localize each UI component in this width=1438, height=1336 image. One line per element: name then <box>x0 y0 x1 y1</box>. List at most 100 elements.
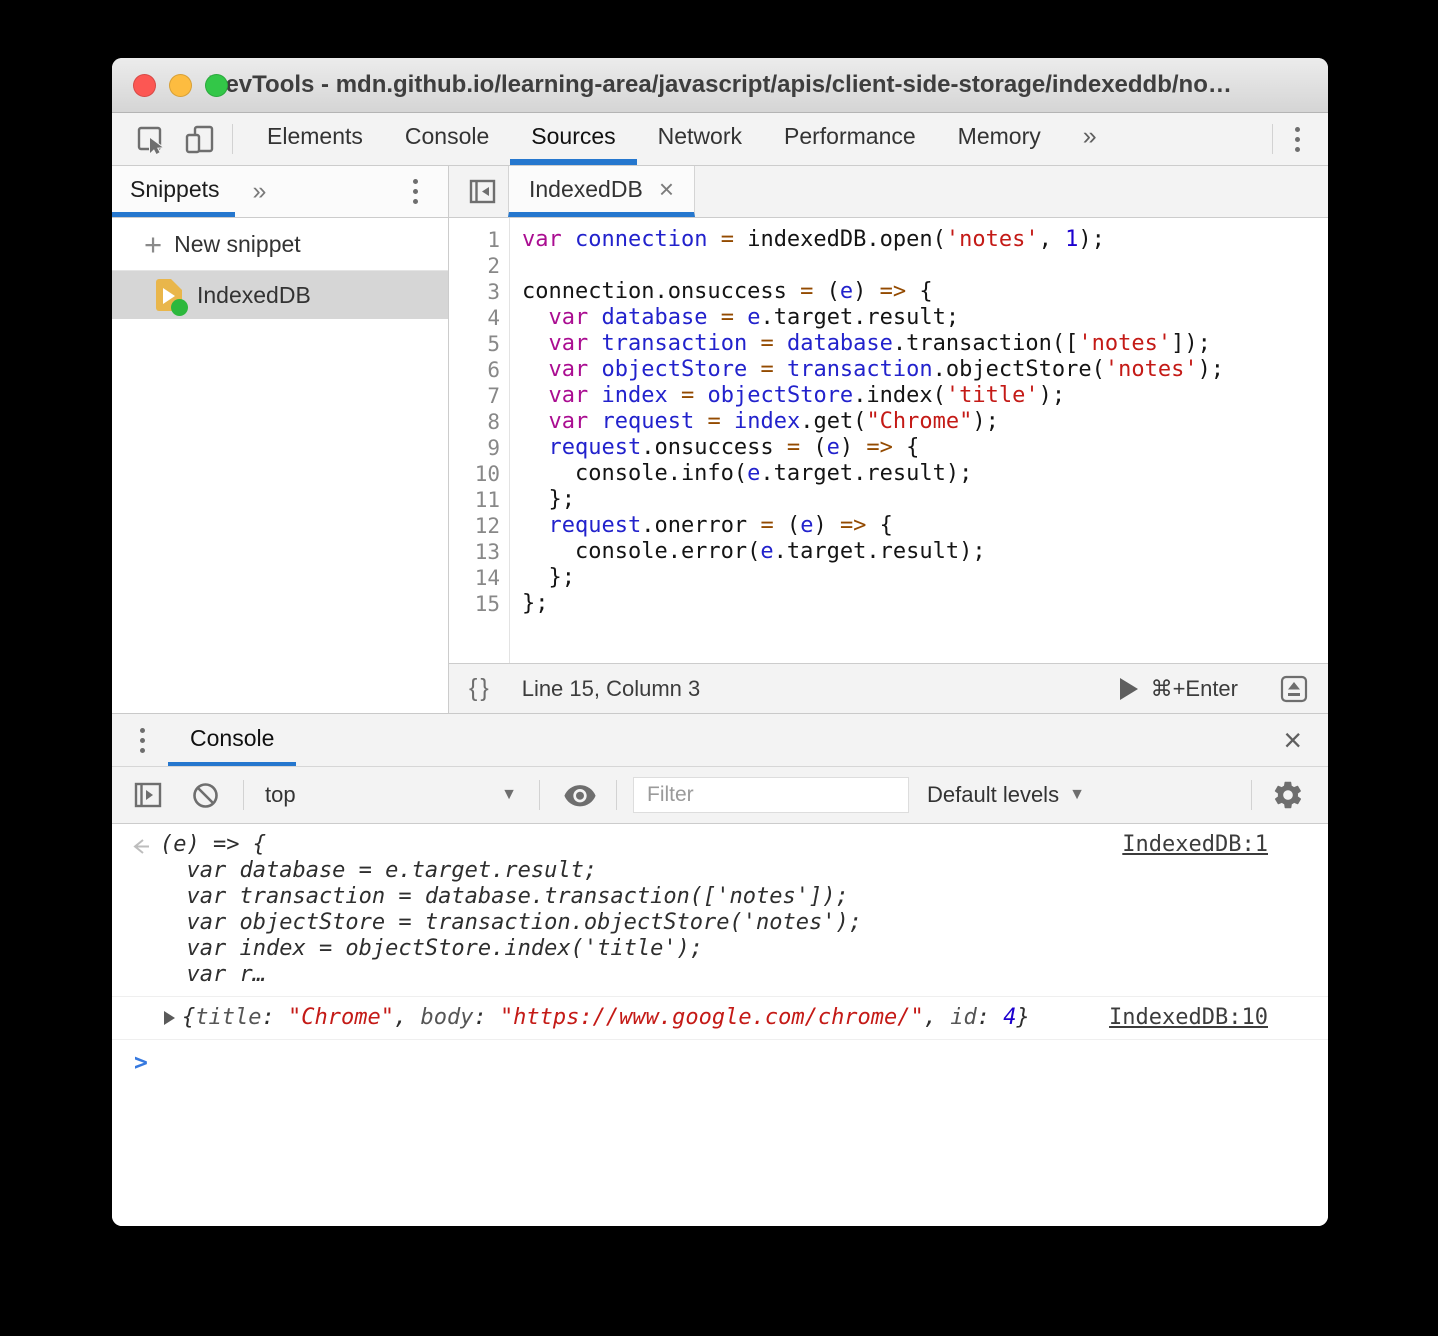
function-preview-text: (e) => { var database = e.target.result;… <box>160 832 862 988</box>
close-tab-icon[interactable]: × <box>659 176 674 202</box>
tab-memory[interactable]: Memory <box>937 113 1062 165</box>
console-toolbar: top ▼ Default levels ▼ <box>112 767 1328 824</box>
source-link[interactable]: IndexedDB:10 <box>1109 1005 1268 1031</box>
tab-network[interactable]: Network <box>637 113 763 165</box>
console-message-object-preview: {title: "Chrome", body: "https://www.goo… <box>112 997 1328 1040</box>
log-levels-dropdown[interactable]: Default levels ▼ <box>927 782 1085 808</box>
line-number: 2 <box>449 253 509 279</box>
console-drawer: Console × top ▼ Default levels ▼ <box>112 713 1328 1226</box>
window-title: DevTools - mdn.github.io/learning-area/j… <box>208 71 1232 99</box>
line-number: 10 <box>449 461 509 487</box>
tab-sources[interactable]: Sources <box>510 113 636 165</box>
code-line: var request = index.get("Chrome"); <box>522 409 1328 435</box>
log-levels-label: Default levels <box>927 782 1059 808</box>
titlebar: DevTools - mdn.github.io/learning-area/j… <box>112 58 1328 113</box>
code-line: request.onerror = (e) => { <box>522 513 1328 539</box>
source-link[interactable]: IndexedDB:1 <box>1122 832 1268 858</box>
tab-snippets[interactable]: Snippets <box>112 166 235 217</box>
hide-navigator-icon[interactable] <box>466 175 499 208</box>
run-snippet-icon[interactable] <box>1120 678 1138 700</box>
devtools-window: DevTools - mdn.github.io/learning-area/j… <box>112 58 1328 1226</box>
devtools-menu-icon[interactable] <box>1291 123 1304 156</box>
code-content[interactable]: var connection = indexedDB.open('notes',… <box>510 218 1328 663</box>
line-number: 6 <box>449 357 509 383</box>
object-preview-text: {title: "Chrome", body: "https://www.goo… <box>182 1005 1030 1031</box>
code-line: var objectStore = transaction.objectStor… <box>522 357 1328 383</box>
toolbar-divider <box>243 780 244 810</box>
line-number: 14 <box>449 565 509 591</box>
tab-console[interactable]: Console <box>168 714 296 766</box>
console-settings-gear-icon[interactable] <box>1272 779 1304 811</box>
tab-performance[interactable]: Performance <box>763 113 937 165</box>
line-number: 1 <box>449 227 509 253</box>
returned-value-arrow-icon <box>130 835 160 859</box>
editor-statusbar: {} Line 15, Column 3 ⌘+Enter <box>449 663 1328 713</box>
navigator-menu-icon[interactable] <box>409 175 422 208</box>
code-line: connection.onsuccess = (e) => { <box>522 279 1328 305</box>
line-number: 8 <box>449 409 509 435</box>
line-number: 9 <box>449 435 509 461</box>
editor-tab-indexeddb[interactable]: IndexedDB × <box>508 166 695 217</box>
fullscreen-window-button[interactable] <box>205 74 228 97</box>
panel-tabs: ElementsConsoleSourcesNetworkPerformance… <box>246 113 1118 165</box>
snippet-item-indexeddb[interactable]: IndexedDB <box>112 271 448 319</box>
traffic-lights <box>133 58 228 112</box>
pretty-print-icon[interactable]: {} <box>469 674 492 703</box>
toggle-drawer-icon[interactable] <box>1278 673 1310 705</box>
code-line: var transaction = database.transaction([… <box>522 331 1328 357</box>
code-line: var connection = indexedDB.open('notes',… <box>522 227 1328 253</box>
line-number-gutter: 123456789101112131415 <box>449 218 510 663</box>
line-number: 7 <box>449 383 509 409</box>
sources-panel: Snippets » + New snippet IndexedDB <box>112 166 1328 713</box>
tab-elements[interactable]: Elements <box>246 113 384 165</box>
filter-input[interactable] <box>633 777 909 813</box>
editor-tabbar: IndexedDB × <box>449 166 1328 218</box>
toolbar-divider <box>1251 780 1252 810</box>
console-message-function-preview: (e) => { var database = e.target.result;… <box>112 824 1328 997</box>
minimize-window-button[interactable] <box>169 74 192 97</box>
navigator-sidebar: Snippets » + New snippet IndexedDB <box>112 166 449 713</box>
devtools-toolbar: ElementsConsoleSourcesNetworkPerformance… <box>112 113 1328 166</box>
code-editor[interactable]: 123456789101112131415 var connection = i… <box>449 218 1328 663</box>
new-snippet-button[interactable]: + New snippet <box>112 218 448 271</box>
close-drawer-icon[interactable]: × <box>1283 724 1302 756</box>
editor-pane: IndexedDB × 123456789101112131415 var co… <box>449 166 1328 713</box>
code-line <box>522 253 1328 279</box>
toolbar-divider <box>232 124 233 154</box>
show-console-sidebar-icon[interactable] <box>132 779 164 811</box>
drawer-menu-icon[interactable] <box>136 724 149 757</box>
line-number: 12 <box>449 513 509 539</box>
chevron-down-icon: ▼ <box>1069 786 1085 804</box>
code-line: }; <box>522 487 1328 513</box>
device-toolbar-icon[interactable] <box>183 123 216 156</box>
console-prompt[interactable]: > <box>112 1040 1328 1076</box>
cursor-position: Line 15, Column 3 <box>522 676 701 702</box>
live-expression-eye-icon[interactable] <box>563 778 597 812</box>
more-panels-button[interactable]: » <box>1062 113 1118 165</box>
inspect-element-icon[interactable] <box>134 123 167 156</box>
snippet-item-label: IndexedDB <box>197 282 311 309</box>
close-window-button[interactable] <box>133 74 156 97</box>
context-selector[interactable]: top ▼ <box>265 782 517 808</box>
navigator-more-tabs-button[interactable]: » <box>253 177 267 206</box>
toolbar-divider <box>1272 124 1273 154</box>
toolbar-divider <box>616 780 617 810</box>
code-line: console.error(e.target.result); <box>522 539 1328 565</box>
line-number: 3 <box>449 279 509 305</box>
code-line: console.info(e.target.result); <box>522 461 1328 487</box>
line-number: 11 <box>449 487 509 513</box>
line-number: 4 <box>449 305 509 331</box>
snippet-file-icon <box>156 279 182 311</box>
code-line: var database = e.target.result; <box>522 305 1328 331</box>
clear-console-icon[interactable] <box>190 780 221 811</box>
expand-triangle-icon[interactable] <box>164 1011 175 1025</box>
code-line: request.onsuccess = (e) => { <box>522 435 1328 461</box>
unsaved-changes-dot <box>171 299 188 316</box>
code-line: var index = objectStore.index('title'); <box>522 383 1328 409</box>
console-messages: (e) => { var database = e.target.result;… <box>112 824 1328 1226</box>
chevron-down-icon: ▼ <box>501 786 517 804</box>
new-snippet-label: New snippet <box>174 231 301 258</box>
tab-console[interactable]: Console <box>384 113 510 165</box>
toolbar-divider <box>539 780 540 810</box>
navigator-tabbar: Snippets » <box>112 166 448 218</box>
